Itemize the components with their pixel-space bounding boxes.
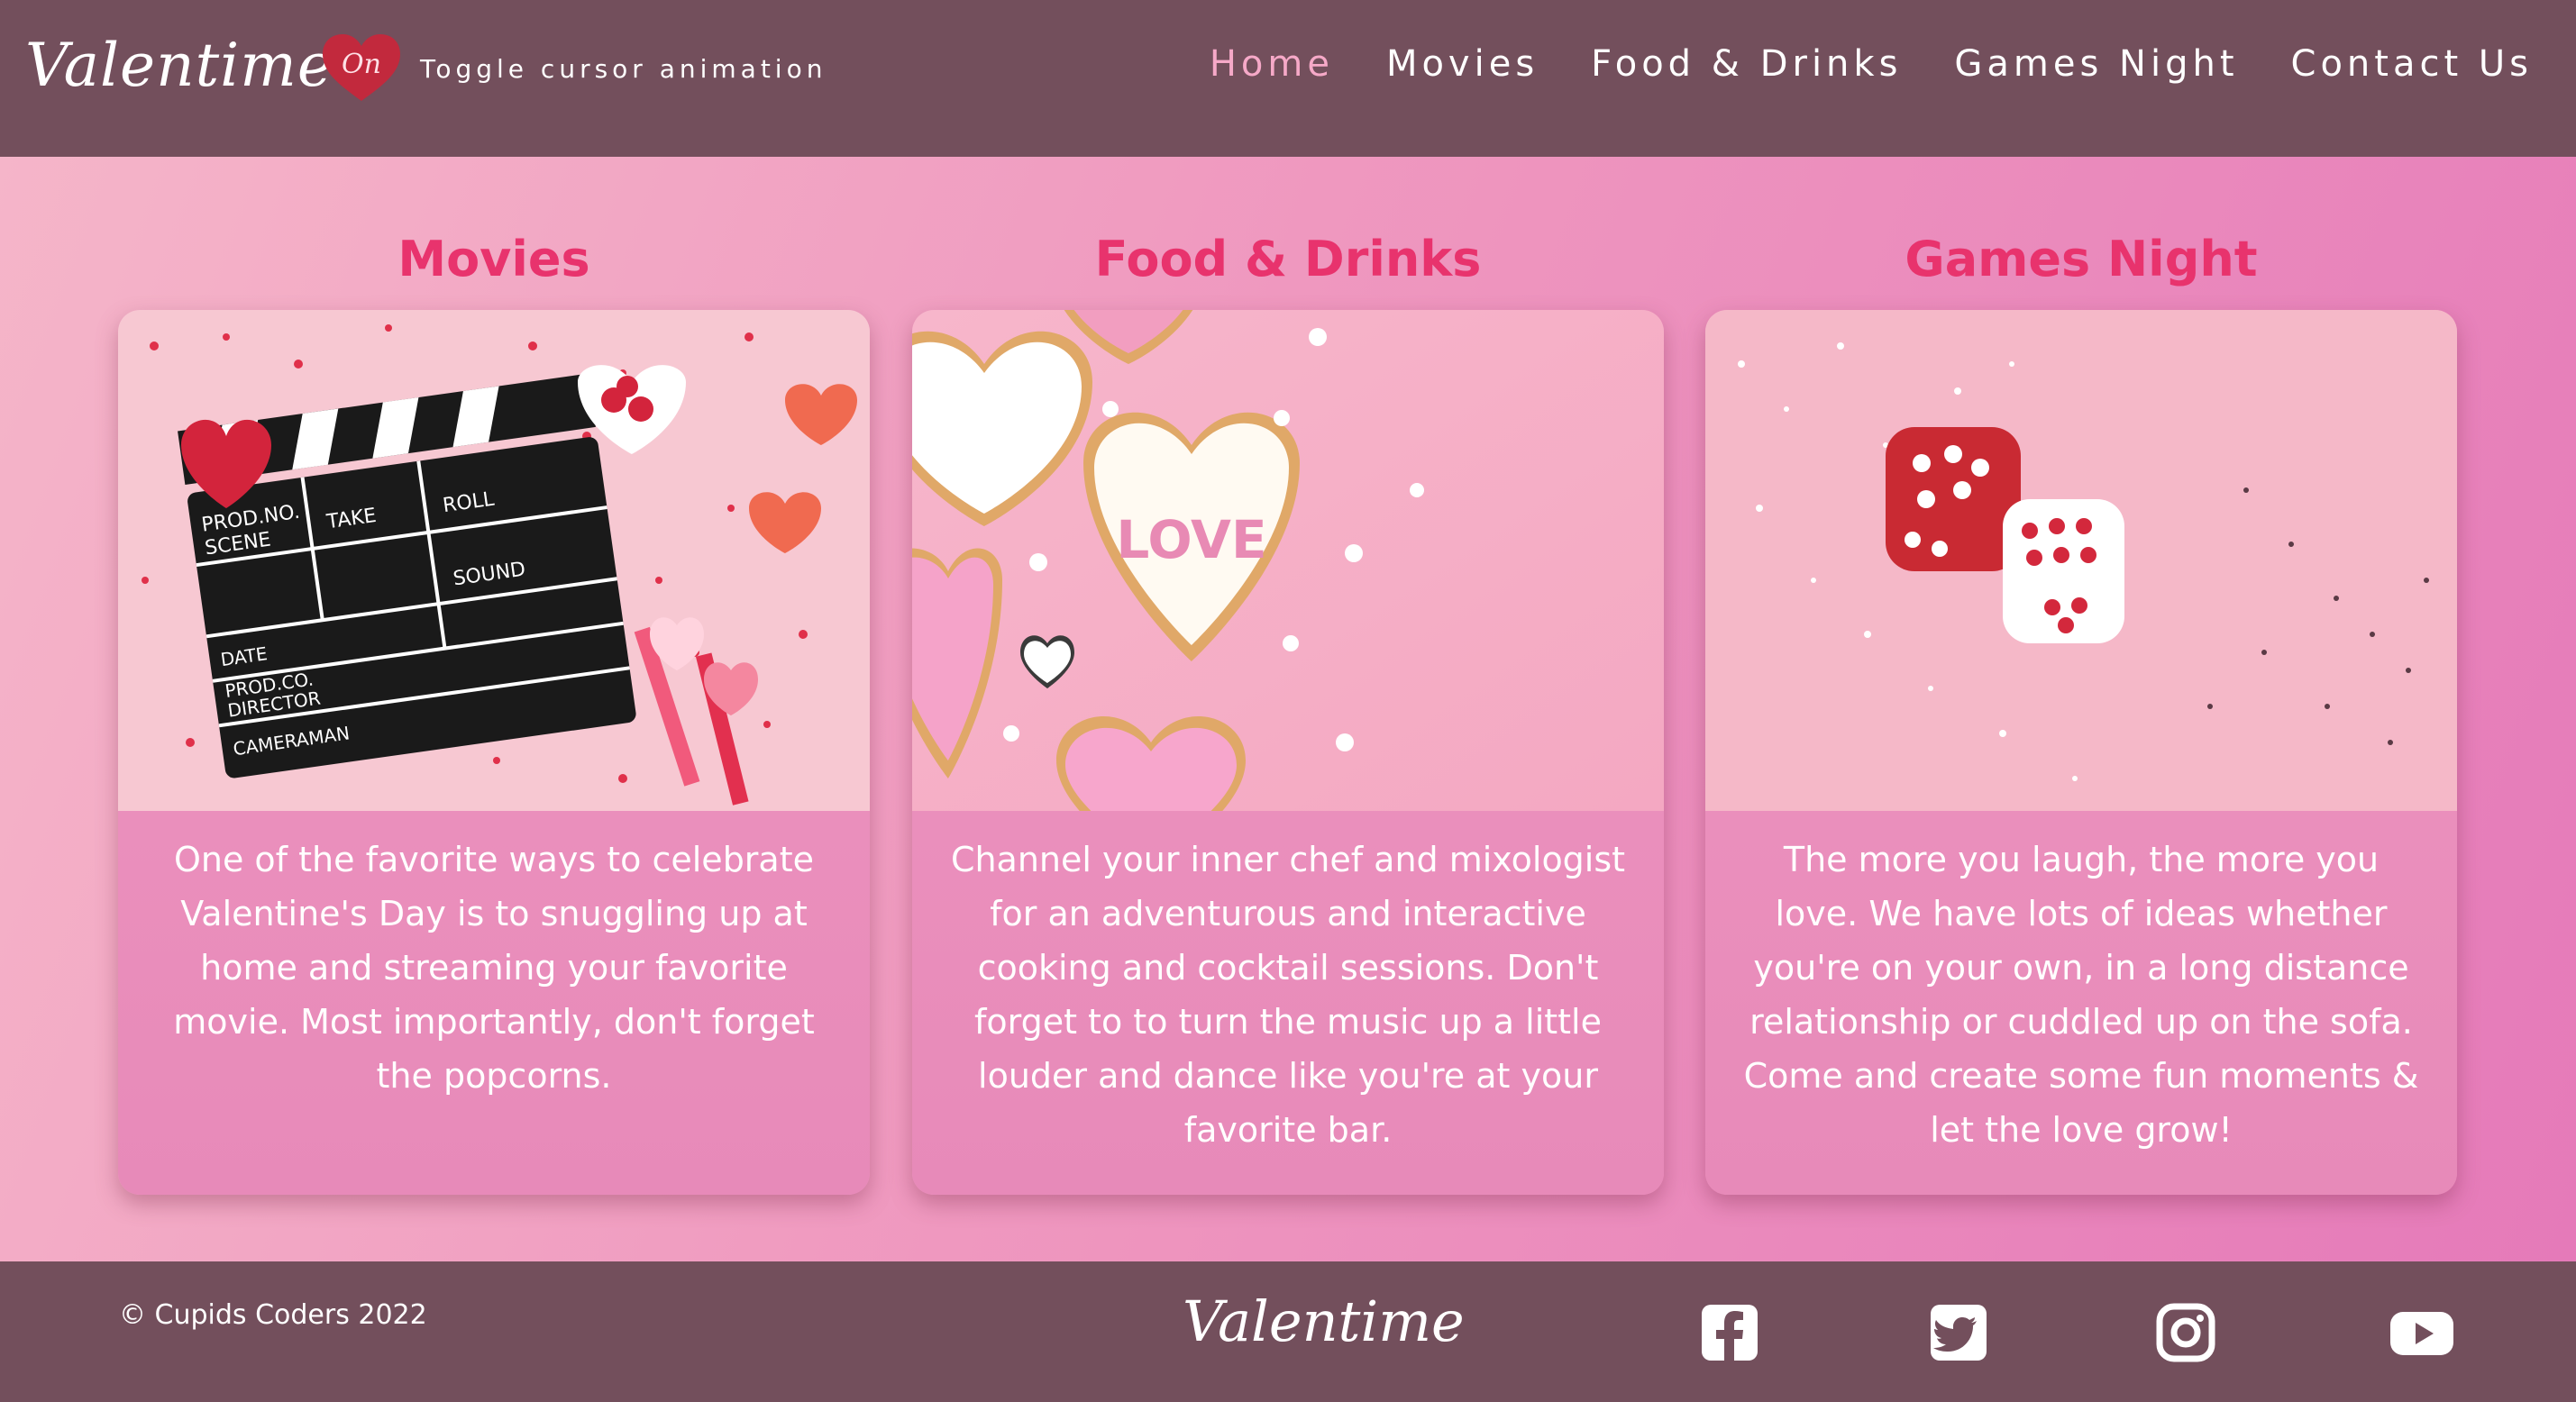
nav-games-night[interactable]: Games Night	[1954, 43, 2238, 85]
heart-dice-image	[1705, 310, 2457, 811]
toggle-state-label: On	[342, 49, 381, 80]
copyright-text: © Cupids Coders 2022	[119, 1299, 427, 1331]
instagram-icon	[2156, 1303, 2215, 1362]
twitter-icon	[1931, 1305, 1987, 1361]
food-drinks-description: Channel your inner chef and mixologist f…	[950, 840, 1626, 1150]
movies-card[interactable]: PROD.NO. SCENE TAKE ROLL SOUND DATE PROD…	[118, 310, 870, 1195]
food-drinks-title[interactable]: Food & Drinks	[912, 231, 1664, 287]
food-drinks-card[interactable]: LOVE Channel your inner chef and mixolog…	[912, 310, 1664, 1195]
footer: © Cupids Coders 2022 Valentime	[0, 1261, 2576, 1402]
main-content: Movies PROD.NO. SCENE TAKE ROLL SOUND DA…	[0, 157, 2576, 1261]
toggle-label[interactable]: Toggle cursor animation	[420, 54, 827, 84]
movies-description: One of the favorite ways to celebrate Va…	[173, 840, 815, 1096]
footer-brand-logo[interactable]: Valentime	[1183, 1288, 1465, 1354]
clapperboard-image: PROD.NO. SCENE TAKE ROLL SOUND DATE PROD…	[118, 310, 870, 811]
games-night-card[interactable]: The more you laugh, the more you love. W…	[1705, 310, 2457, 1195]
nav-home[interactable]: Home	[1210, 43, 1334, 85]
twitter-link[interactable]	[1927, 1301, 1990, 1364]
games-night-description: The more you laugh, the more you love. W…	[1743, 840, 2419, 1150]
facebook-icon	[1702, 1305, 1758, 1361]
games-night-title[interactable]: Games Night	[1705, 231, 2457, 287]
cursor-toggle-button[interactable]: On	[321, 32, 402, 105]
movies-title[interactable]: Movies	[118, 231, 870, 287]
facebook-link[interactable]	[1698, 1301, 1761, 1364]
svg-text:LOVE: LOVE	[1116, 509, 1266, 570]
brand-logo[interactable]: Valentime	[25, 31, 333, 100]
navbar: Valentime On Toggle cursor animation Hom…	[0, 0, 2576, 157]
main-nav: Home Movies Food & Drinks Games Night Co…	[1157, 43, 2533, 85]
youtube-link[interactable]	[2390, 1301, 2453, 1364]
nav-movies[interactable]: Movies	[1386, 43, 1539, 85]
nav-contact-us[interactable]: Contact Us	[2291, 43, 2533, 85]
heart-cookies-image: LOVE	[912, 310, 1664, 811]
youtube-icon	[2390, 1312, 2453, 1355]
nav-food-drinks[interactable]: Food & Drinks	[1591, 43, 1902, 85]
instagram-link[interactable]	[2154, 1301, 2217, 1364]
